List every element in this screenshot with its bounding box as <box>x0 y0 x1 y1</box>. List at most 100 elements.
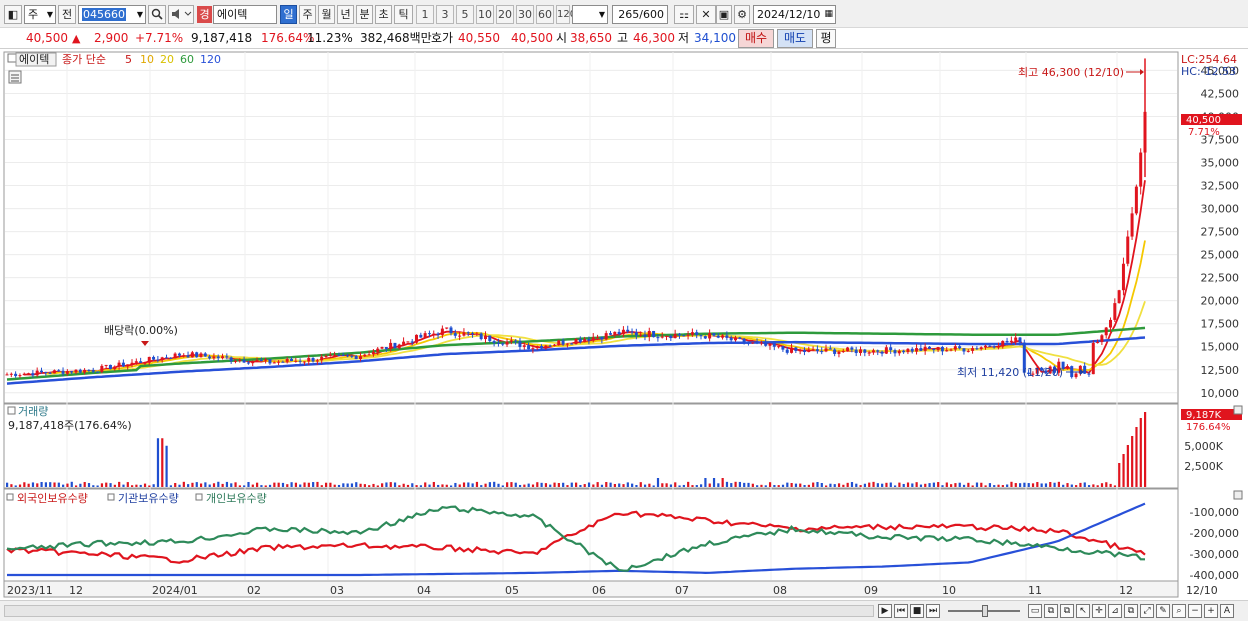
volume-bar <box>109 483 112 487</box>
layout-3-icon[interactable]: ⧉ <box>1060 604 1074 618</box>
stock-chart[interactable]: 45,00042,50040,00037,50035,00032,50030,0… <box>0 50 1248 600</box>
scroll-end-icon[interactable]: ⏭ <box>926 604 940 618</box>
candle-body <box>333 354 337 356</box>
candle-body <box>367 354 371 356</box>
interval-30-button[interactable]: 30 <box>516 5 534 24</box>
candle-body <box>1091 342 1095 375</box>
x-tick-label: 2023/11 <box>7 584 53 597</box>
period-tick-button[interactable]: 틱 <box>394 5 413 24</box>
volume-bar <box>225 481 229 487</box>
zoom-slider-thumb[interactable] <box>982 605 988 617</box>
period-day-button[interactable]: 일 <box>280 5 297 24</box>
volume-bar <box>221 483 224 487</box>
crosshair-tool-icon[interactable]: ✛ <box>1092 604 1106 618</box>
candle-body <box>1014 337 1018 341</box>
interval-1-button[interactable]: 1 <box>416 5 434 24</box>
candle-body <box>501 343 505 345</box>
count-field[interactable]: 265/600 <box>612 5 668 24</box>
volume-bar <box>975 482 979 487</box>
period-year-button[interactable]: 년 <box>337 5 354 24</box>
candle-body <box>962 348 966 352</box>
volume-bar <box>661 483 664 487</box>
ask-price: 40,550 <box>458 31 500 45</box>
volume-bar <box>204 482 207 487</box>
zoom-out-icon[interactable]: − <box>1188 604 1202 618</box>
volume-bar <box>256 482 259 487</box>
interval-20-button[interactable]: 20 <box>496 5 514 24</box>
count-max: /600 <box>639 8 664 21</box>
candle-body <box>958 346 962 349</box>
gear-icon[interactable]: ⚙ <box>734 5 750 24</box>
candle-body <box>927 346 931 349</box>
candle-body <box>285 359 289 362</box>
x-tick-label: 11 <box>1028 584 1042 597</box>
font-size-icon[interactable]: A <box>1220 604 1234 618</box>
period-month-button[interactable]: 월 <box>318 5 335 24</box>
zoom-in-icon[interactable]: + <box>1204 604 1218 618</box>
cursor-tool-icon[interactable]: ↖ <box>1076 604 1090 618</box>
volume-bar <box>756 485 759 487</box>
interval-custom-select[interactable]: ▼ <box>572 5 608 24</box>
period-minute-button[interactable]: 분 <box>356 5 373 24</box>
speaker-icon[interactable] <box>168 5 194 24</box>
sell-button[interactable]: 매도 <box>777 29 813 48</box>
x-tick-label: 07 <box>675 584 689 597</box>
volume-bar <box>329 482 332 487</box>
volume-bar <box>122 484 125 487</box>
layout-1-icon[interactable]: ▭ <box>1028 604 1042 618</box>
volume-bar <box>247 481 250 487</box>
stock-name-field: 에이텍 <box>213 5 277 24</box>
chart-scrollbar[interactable] <box>4 605 874 617</box>
zoom-icon[interactable]: ⌕ <box>1172 604 1186 618</box>
volume-bar <box>1070 484 1073 487</box>
volume-bar <box>656 478 660 487</box>
interval-5-button[interactable]: 5 <box>456 5 474 24</box>
interval-60-button[interactable]: 60 <box>536 5 554 24</box>
copy-icon[interactable]: ⧉ <box>1124 604 1138 618</box>
prev-button[interactable]: 전 <box>58 5 76 24</box>
window-menu-icon[interactable]: ◧ <box>4 5 22 24</box>
bottom-toolbar: ▶ ⏮ ■ ⏭ ▭ ⧉ ⧉ ↖ ✛ ⊿ ⧉ ⤢ ✎ ⌕ − + A <box>0 600 1248 621</box>
high-price: 46,300 <box>633 31 675 45</box>
volume-bar <box>1049 481 1052 487</box>
candle-body <box>509 340 513 342</box>
dropdown-arrow-icon: ▼ <box>136 10 143 19</box>
eval-button[interactable]: 평 <box>816 29 836 48</box>
candle-body <box>893 350 897 354</box>
period-second-button[interactable]: 초 <box>375 5 392 24</box>
search-icon[interactable] <box>148 5 166 24</box>
scroll-right-icon[interactable]: ▶ <box>878 604 892 618</box>
scroll-start-icon[interactable]: ⏮ <box>894 604 908 618</box>
edit-icon[interactable]: ✎ <box>1156 604 1170 618</box>
layout-2-icon[interactable]: ⧉ <box>1044 604 1058 618</box>
x-tick-label: 04 <box>417 584 431 597</box>
market-select[interactable]: 주 ▼ <box>24 5 56 24</box>
draw-tool-icon[interactable]: ⊿ <box>1108 604 1122 618</box>
candle-body <box>639 334 643 336</box>
fit-icon[interactable]: ⤢ <box>1140 604 1154 618</box>
candle-type-icon[interactable]: ⚏ <box>674 5 694 24</box>
volume-bar <box>893 485 897 487</box>
volume-bar <box>148 485 151 487</box>
volume-bar <box>389 482 392 487</box>
volume-bar <box>773 485 776 487</box>
volume-bar <box>820 483 823 487</box>
candle-body <box>889 347 893 351</box>
interval-120-button[interactable]: 120 <box>556 5 576 24</box>
stock-code-input[interactable]: 045660 ▼ <box>78 5 146 24</box>
save-icon[interactable]: ▣ <box>716 5 732 24</box>
date-field[interactable]: 2024/12/10 ▦ <box>753 5 836 24</box>
interval-10-button[interactable]: 10 <box>476 5 494 24</box>
crosshair-icon[interactable]: ✕ <box>696 5 716 24</box>
candle-body <box>70 371 74 373</box>
chart-area[interactable]: 45,00042,50040,00037,50035,00032,50030,0… <box>0 50 1248 600</box>
candle-body <box>1074 373 1078 378</box>
volume-bar <box>493 481 496 487</box>
buy-button[interactable]: 매수 <box>738 29 774 48</box>
stop-icon[interactable]: ■ <box>910 604 924 618</box>
period-week-button[interactable]: 주 <box>299 5 316 24</box>
volume-value-text: 9,187,418주(176.64%) <box>8 419 132 432</box>
interval-3-button[interactable]: 3 <box>436 5 454 24</box>
volume-bar <box>428 484 431 487</box>
candle-body <box>453 333 457 336</box>
